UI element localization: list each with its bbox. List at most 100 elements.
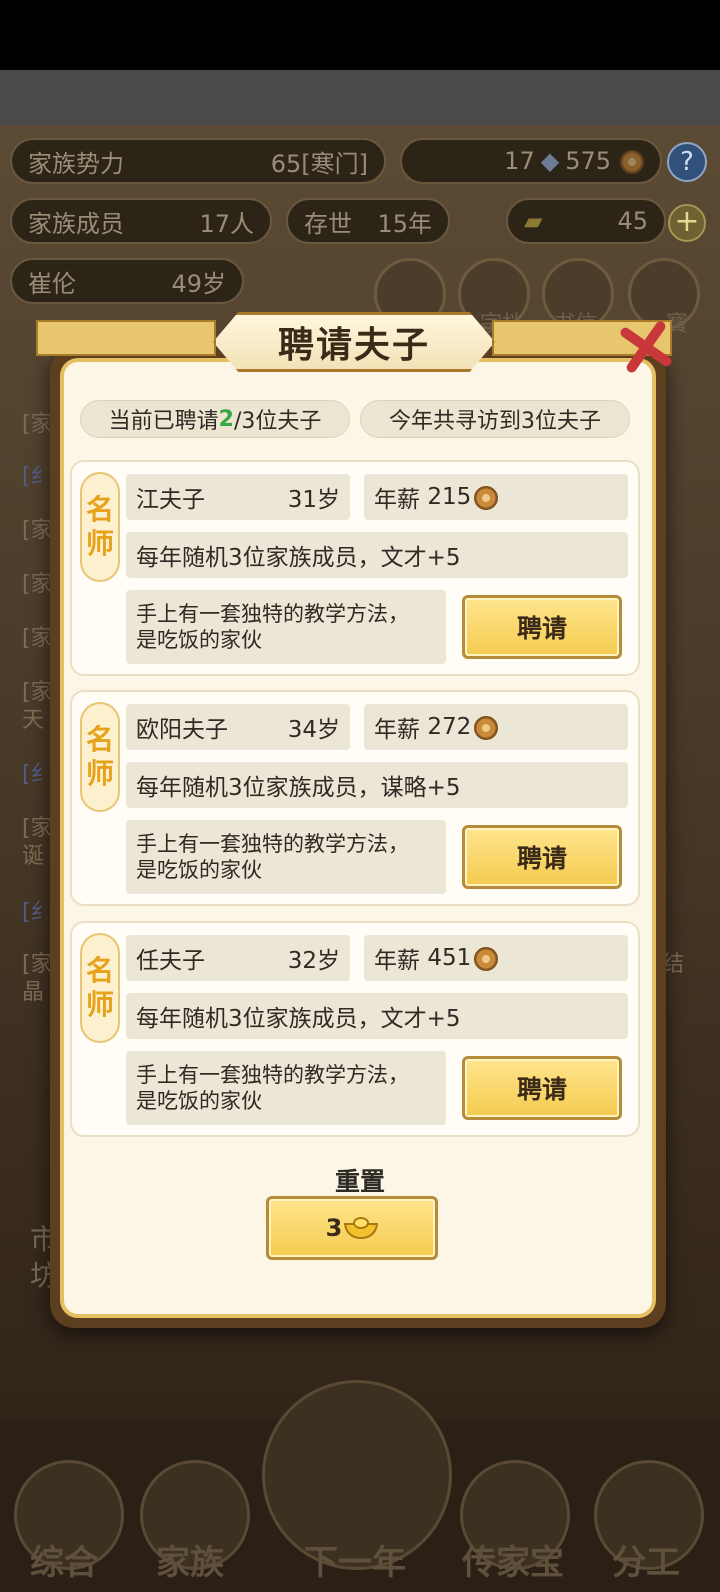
bg-log-line: 诞: [22, 844, 45, 869]
teacher-name: 江夫子: [136, 487, 205, 513]
teacher-effect: 每年随机3位家族成员，文才+5: [136, 1006, 461, 1032]
bg-log-line: [纟: [22, 464, 53, 489]
hire-button[interactable]: 聘请: [462, 595, 622, 659]
salary-label: 年薪: [374, 948, 420, 974]
gold-pill: ▰ 45: [506, 198, 666, 244]
salary-value: 451: [427, 945, 472, 971]
teacher-age: 32岁: [287, 948, 340, 974]
hire-button[interactable]: 聘请: [462, 825, 622, 889]
teacher-name: 欧阳夫子: [136, 717, 228, 743]
hired-prefix: 当前已聘请: [108, 409, 219, 434]
gold-ingot-icon: [344, 1217, 379, 1239]
members-value: 17人: [199, 209, 254, 238]
famous-teacher-badge: 名 师: [80, 702, 120, 812]
teacher-card: 名 师 欧阳夫子 34岁 年薪 272 每年随机3位家族成员，谋略+5 手上有一…: [70, 690, 640, 906]
badge-char: 名: [85, 723, 114, 756]
nav-family-label[interactable]: 家族: [156, 1535, 224, 1584]
copper-coin-icon: [474, 486, 499, 510]
nav-next-year-label[interactable]: 下一年: [304, 1535, 406, 1584]
alive-pill: 存世 15年: [286, 198, 450, 244]
teacher-salary-box: 年薪 272: [364, 704, 628, 750]
hired-count-pill: 当前已聘请 2/3位夫子: [80, 400, 350, 438]
add-gold-icon[interactable]: +: [668, 204, 706, 242]
teacher-salary-box: 年薪 451: [364, 935, 628, 981]
gold-ingot-icon: ▰: [524, 207, 543, 235]
teacher-effect-box: 每年随机3位家族成员，文才+5: [126, 532, 628, 578]
teacher-card: 名 师 江夫子 31岁 年薪 215 每年随机3位家族成员，文才+5 手上有一套…: [70, 460, 640, 676]
currency-b-value: 575: [565, 147, 611, 175]
nav-general-label[interactable]: 综合: [30, 1535, 98, 1584]
copper-coin-icon: [474, 947, 499, 971]
teacher-name-box: 江夫子 31岁: [126, 474, 350, 520]
reset-cost: 3: [325, 1214, 343, 1242]
alive-label: 存世: [304, 209, 352, 238]
coin-icon: [620, 150, 644, 174]
teacher-desc-line: 手上有一套独特的教学方法，: [136, 832, 409, 856]
salary-label: 年薪: [374, 487, 420, 513]
members-label: 家族成员: [28, 209, 124, 238]
dialog-title-plate: 聘请夫子: [213, 312, 495, 372]
teacher-desc-line: 是吃饭的家伙: [136, 1089, 262, 1113]
currency-a-value: 17: [504, 147, 535, 175]
visited-text: 今年共寻访到3位夫子: [389, 409, 601, 434]
teacher-effect: 每年随机3位家族成员，谋略+5: [136, 775, 461, 801]
title-ribbon-left: [36, 320, 216, 356]
teacher-name: 任夫子: [136, 948, 205, 974]
bg-log-line: [家: [22, 626, 53, 651]
family-power-pill: 家族势力 65[寒门]: [10, 138, 386, 184]
person-pill: 崔伦 49岁: [10, 258, 244, 304]
members-pill: 家族成员 17人: [10, 198, 272, 244]
badge-char: 名: [85, 493, 114, 526]
teacher-effect: 每年随机3位家族成员，文才+5: [136, 545, 461, 571]
teacher-desc-line: 是吃饭的家伙: [136, 858, 262, 882]
teacher-effect-box: 每年随机3位家族成员，谋略+5: [126, 762, 628, 808]
badge-char: 师: [85, 527, 114, 560]
app-top-band: [0, 70, 720, 125]
teacher-effect-box: 每年随机3位家族成员，文才+5: [126, 993, 628, 1039]
person-name: 崔伦: [28, 269, 76, 298]
salary-value: 215: [427, 484, 472, 510]
alive-value: 15年: [377, 209, 432, 238]
bg-log-line: 天: [22, 708, 45, 733]
status-bar: [0, 0, 720, 70]
teacher-age: 34岁: [287, 717, 340, 743]
hire-button[interactable]: 聘请: [462, 1056, 622, 1120]
reset-button[interactable]: 3: [266, 1196, 438, 1260]
teacher-desc-line: 手上有一套独特的教学方法，: [136, 602, 409, 626]
teacher-desc-box: 手上有一套独特的教学方法， 是吃饭的家伙: [126, 820, 446, 894]
gold-value: 45: [617, 207, 648, 235]
reset-label: 重置: [334, 1167, 385, 1196]
bg-log-line: [纟: [22, 762, 53, 787]
badge-char: 师: [85, 757, 114, 790]
famous-teacher-badge: 名 师: [80, 472, 120, 582]
teacher-name-box: 欧阳夫子 34岁: [126, 704, 350, 750]
dialog-title: 聘请夫子: [277, 325, 430, 366]
nav-heirloom-label[interactable]: 传家宝: [462, 1535, 564, 1584]
teacher-desc-line: 是吃饭的家伙: [136, 628, 262, 652]
teacher-desc-line: 手上有一套独特的教学方法，: [136, 1063, 409, 1087]
nav-division-label[interactable]: 分工: [612, 1535, 680, 1584]
bg-log-line: [家: [22, 412, 53, 437]
teacher-desc-box: 手上有一套独特的教学方法， 是吃饭的家伙: [126, 1051, 446, 1125]
person-age: 49岁: [171, 269, 226, 298]
hired-suffix: /3位夫子: [233, 409, 322, 434]
badge-char: 师: [85, 988, 114, 1021]
badge-char: 名: [85, 954, 114, 987]
visited-count-pill: 今年共寻访到3位夫子: [360, 400, 630, 438]
copper-coin-icon: [474, 716, 499, 740]
bg-log-line: [纟: [22, 900, 53, 925]
close-icon-stroke: [624, 319, 668, 375]
teacher-name-box: 任夫子 32岁: [126, 935, 350, 981]
family-power-value: 65[寒门]: [270, 149, 368, 178]
family-power-label: 家族势力: [28, 149, 124, 178]
help-icon[interactable]: ?: [667, 142, 707, 182]
bg-log-line: [家: [22, 572, 53, 597]
salary-label: 年薪: [374, 717, 420, 743]
bg-log-line: [家: [22, 518, 53, 543]
teacher-age: 31岁: [287, 487, 340, 513]
teacher-desc-box: 手上有一套独特的教学方法， 是吃饭的家伙: [126, 590, 446, 664]
teacher-salary-box: 年薪 215: [364, 474, 628, 520]
currency-pill: 17 ◆ 575: [400, 138, 662, 184]
scroll-icon: ◆: [540, 147, 560, 175]
close-button[interactable]: [612, 312, 680, 380]
